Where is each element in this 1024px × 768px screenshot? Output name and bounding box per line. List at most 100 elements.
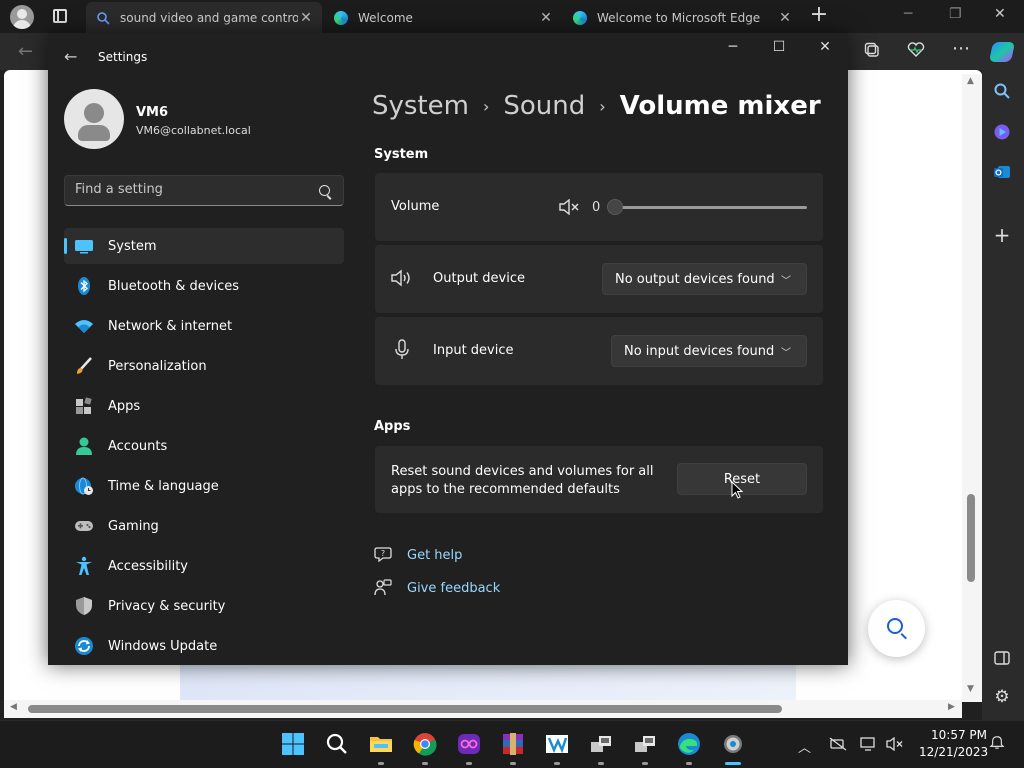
scroll-left-icon[interactable]: ◀ <box>10 702 17 712</box>
sidebar-settings-gear-icon[interactable]: ⚙ <box>993 688 1011 706</box>
taskbar-search-icon[interactable] <box>325 732 349 756</box>
person-icon <box>76 437 92 455</box>
nav-item-gaming[interactable]: Gaming <box>64 508 344 544</box>
notification-bell-icon[interactable] <box>988 735 1006 749</box>
nav-item-bluetooth[interactable]: Bluetooth & devices <box>64 268 344 304</box>
nav-item-accounts[interactable]: Accounts <box>64 428 344 464</box>
tab-title: Welcome <box>358 10 413 25</box>
edge-logo-icon <box>573 10 587 25</box>
nav-item-time-language[interactable]: Time & language <box>64 468 344 504</box>
browser-tab-search[interactable]: sound video and game controlle ✕ <box>86 2 322 33</box>
tab-close-button[interactable]: ✕ <box>777 10 793 26</box>
vertical-scroll-thumb[interactable] <box>967 494 975 582</box>
nav-item-apps[interactable]: Apps <box>64 388 344 424</box>
scroll-down-icon[interactable]: ▼ <box>967 684 974 694</box>
browser-tab-welcome[interactable]: Welcome ✕ <box>324 2 562 33</box>
breadcrumb-sound[interactable]: Sound <box>503 91 585 121</box>
taskbar-running-indicator <box>378 762 384 765</box>
output-device-dropdown[interactable]: No output devices found ﹀ <box>602 263 807 295</box>
browser-restore-icon[interactable]: ❐ <box>949 6 962 22</box>
microphone-icon <box>395 339 409 359</box>
volume-slider-track[interactable] <box>615 206 807 209</box>
tab-actions-icon[interactable] <box>53 9 67 23</box>
browser-back-icon[interactable]: ← <box>18 41 33 62</box>
update-icon <box>75 637 93 655</box>
browser-close-icon[interactable]: ✕ <box>994 6 1006 22</box>
page-title: Volume mixer <box>619 91 821 121</box>
network-app-icon-2[interactable] <box>633 732 657 756</box>
network-app-icon[interactable] <box>589 732 613 756</box>
speaker-muted-icon[interactable] <box>559 199 581 215</box>
browser-tab-welcome-edge[interactable]: Welcome to Microsoft Edge ✕ <box>563 2 801 33</box>
output-device-card: Output device No output devices found ﹀ <box>375 245 823 313</box>
settings-back-icon[interactable]: ← <box>64 47 77 66</box>
give-feedback-link[interactable]: Give feedback <box>407 581 500 596</box>
tray-chevron-up-icon[interactable]: ︿ <box>798 737 816 756</box>
nav-item-system[interactable]: System <box>64 228 344 264</box>
settings-maximize-icon[interactable]: ☐ <box>769 39 789 55</box>
new-tab-button[interactable]: + <box>808 4 830 27</box>
shield-icon <box>76 597 92 615</box>
chrome-icon[interactable] <box>413 732 437 756</box>
tab-close-button[interactable]: ✕ <box>538 10 554 26</box>
network-disconnected-icon[interactable] <box>829 737 847 751</box>
chevron-right-icon: › <box>599 96 606 116</box>
more-options-icon[interactable]: ⋯ <box>952 38 970 59</box>
tab-close-button[interactable]: ✕ <box>298 10 314 26</box>
mouse-cursor-icon <box>731 481 743 499</box>
vertical-scrollbar[interactable] <box>962 74 982 702</box>
start-windows-icon[interactable] <box>281 732 305 756</box>
volume-slider-thumb[interactable] <box>607 199 623 215</box>
scroll-up-icon[interactable]: ▲ <box>967 76 974 86</box>
gamepad-icon <box>75 521 93 531</box>
nav-label: Personalization <box>108 358 207 374</box>
clock-time[interactable]: 10:57 PM <box>931 728 987 742</box>
settings-minimize-icon[interactable]: ─ <box>723 39 743 55</box>
clock-date[interactable]: 12/21/2023 <box>919 745 988 759</box>
edge-taskbar-icon[interactable] <box>677 732 701 756</box>
scroll-right-icon[interactable]: ▶ <box>948 702 955 712</box>
get-help-link[interactable]: Get help <box>407 548 462 563</box>
sidebar-add-icon[interactable]: + <box>993 225 1011 245</box>
browser-minimize-icon[interactable]: ─ <box>904 6 912 22</box>
nav-label: Apps <box>108 398 141 414</box>
breadcrumb-system[interactable]: System <box>372 91 469 121</box>
display-icon[interactable] <box>860 737 878 751</box>
volume-muted-tray-icon[interactable] <box>886 737 904 751</box>
winrar-icon[interactable] <box>501 732 525 756</box>
horizontal-scroll-thumb[interactable] <box>28 705 782 713</box>
taskbar-running-indicator <box>686 762 692 765</box>
performance-heart-icon[interactable] <box>907 42 925 58</box>
profile-avatar-icon[interactable] <box>10 5 34 29</box>
settings-close-icon[interactable]: ✕ <box>815 39 835 55</box>
sidebar-search-icon[interactable] <box>993 82 1011 100</box>
section-title-apps: Apps <box>374 419 411 434</box>
collections-icon[interactable] <box>864 42 881 59</box>
search-icon[interactable] <box>319 185 330 196</box>
visual-studio-installer-icon[interactable] <box>545 732 569 756</box>
nav-item-accessibility[interactable]: Accessibility <box>64 548 344 584</box>
sidebar-panel-icon[interactable] <box>993 649 1011 667</box>
output-device-selected: No output devices found <box>615 271 775 287</box>
sidebar-outlook-icon[interactable] <box>993 163 1011 181</box>
find-setting-input[interactable] <box>75 182 305 197</box>
taskbar-active-indicator <box>725 762 741 765</box>
file-explorer-icon[interactable] <box>369 732 393 756</box>
user-avatar-icon[interactable] <box>64 89 124 149</box>
nav-label: Accessibility <box>108 558 188 574</box>
taskbar-running-indicator <box>642 762 648 765</box>
page-search-button[interactable] <box>868 600 925 657</box>
nav-item-windows-update[interactable]: Windows Update <box>64 628 344 664</box>
media-app-icon[interactable] <box>457 732 481 756</box>
nav-item-network[interactable]: Network & internet <box>64 308 344 344</box>
nav-item-privacy-security[interactable]: Privacy & security <box>64 588 344 624</box>
accessibility-icon <box>76 556 92 575</box>
settings-taskbar-icon[interactable] <box>721 732 745 756</box>
monitor-icon <box>75 240 93 254</box>
nav-item-personalization[interactable]: Personalization <box>64 348 344 384</box>
tab-title: sound video and game controlle <box>120 10 298 25</box>
user-email: VM6@collabnet.local <box>136 124 251 137</box>
input-device-dropdown[interactable]: No input devices found ﹀ <box>611 335 807 367</box>
sidebar-copilot-icon[interactable] <box>993 123 1011 141</box>
taskbar-running-indicator <box>510 762 516 765</box>
